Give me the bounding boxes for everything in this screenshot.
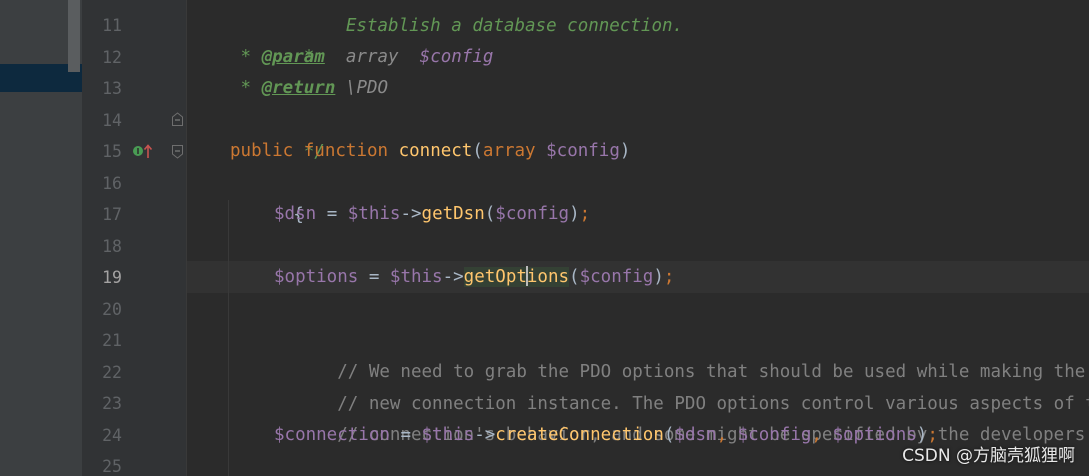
line-number: 24 — [102, 426, 122, 445]
line-number: 20 — [102, 300, 122, 319]
doc-tag-param: @param — [261, 47, 325, 67]
line-number: 21 — [102, 331, 122, 350]
line-number: 18 — [102, 237, 122, 256]
sidebar-scrollbar[interactable] — [68, 0, 80, 72]
code-editor[interactable]: Establish a database connection. * * @pa… — [186, 0, 1089, 476]
code-line: $dsn = $this->getDsn($config); — [274, 204, 591, 224]
code-line: { — [293, 204, 304, 225]
editor-gutter[interactable]: 10 11 12 13 14 15 16 17 18 19 20 21 22 2… — [82, 0, 186, 476]
code-line: * — [293, 46, 315, 67]
fold-start-icon[interactable] — [171, 144, 184, 159]
current-code-line: $options = $this->getOptions($config); — [274, 266, 675, 287]
method-call[interactable]: createConnection — [495, 425, 664, 445]
line-number: 13 — [102, 79, 122, 98]
line-number: 17 — [102, 205, 122, 224]
current-line-number: 19 — [102, 268, 122, 287]
line-number: 23 — [102, 394, 122, 413]
doc-tag-return: @return — [261, 78, 336, 98]
svg-text:I: I — [137, 147, 140, 156]
code-line: $connection = $this->createConnection($d… — [274, 425, 938, 445]
line-number: 15 — [102, 142, 122, 161]
project-sidebar[interactable] — [0, 0, 82, 476]
watermark-text: CSDN @方脑壳狐狸啊 — [902, 446, 1075, 466]
function-name[interactable]: connect — [399, 141, 473, 161]
code-line: * @param array $config — [230, 47, 494, 67]
implements-method-icon[interactable]: I — [132, 143, 154, 159]
line-number: 10 — [82, 0, 122, 11]
highlighted-method-call[interactable]: getOptions — [463, 266, 570, 287]
indent-guide — [228, 200, 229, 476]
code-line: public function connect(array $config) — [230, 141, 631, 161]
ide-window: 10 11 12 13 14 15 16 17 18 19 20 21 22 2… — [0, 0, 1089, 476]
code-line: // connection's behavior, and some might… — [337, 424, 1089, 445]
code-line: * @return \PDO — [230, 78, 389, 98]
code-line: Establish a database connection. — [293, 15, 684, 36]
line-number: 11 — [102, 16, 122, 35]
method-call[interactable]: getDsn — [422, 204, 485, 224]
line-number: 16 — [102, 174, 122, 193]
line-number: 22 — [102, 363, 122, 382]
code-line: */ — [293, 141, 325, 162]
line-number: 14 — [102, 111, 122, 130]
code-line: // new connection instance. The PDO opti… — [337, 393, 1089, 414]
line-number: 12 — [102, 48, 122, 67]
code-line: // We need to grab the PDO options that … — [337, 361, 1089, 382]
fold-end-icon[interactable] — [171, 112, 184, 127]
line-number: 25 — [102, 457, 122, 476]
indent-guide — [186, 0, 187, 476]
